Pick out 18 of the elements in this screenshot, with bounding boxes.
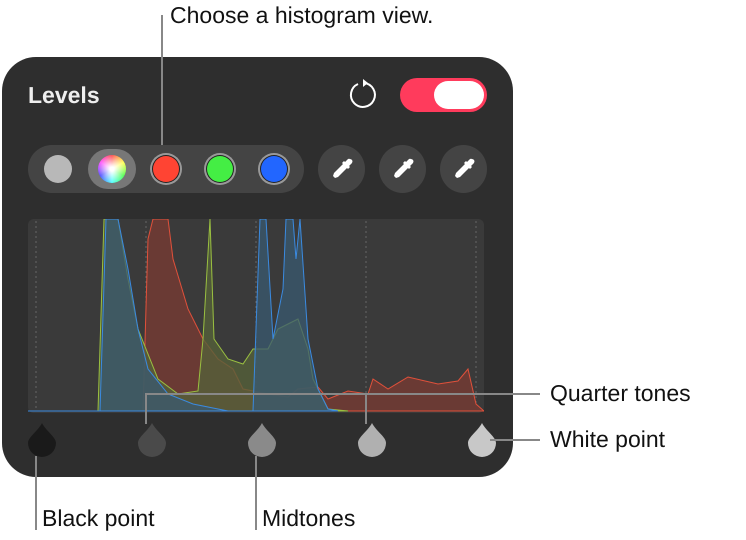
callout-label: Choose a histogram view. xyxy=(170,2,434,29)
callout-label: Midtones xyxy=(262,505,356,532)
eyedropper-button[interactable] xyxy=(440,145,487,193)
toggle-switch[interactable] xyxy=(400,78,487,112)
slider-handle[interactable] xyxy=(468,423,496,457)
slider-handle[interactable] xyxy=(28,423,56,457)
callout-label: Black point xyxy=(42,505,155,532)
luminance-dot-icon xyxy=(44,155,72,183)
slider-handle[interactable] xyxy=(138,423,166,457)
panel-title: Levels xyxy=(28,82,101,108)
slider-handle[interactable] xyxy=(248,423,276,457)
channel-button[interactable] xyxy=(88,149,136,189)
color-wheel-icon xyxy=(98,155,126,183)
eyedropper-button[interactable] xyxy=(379,145,426,193)
callout-label: White point xyxy=(550,426,666,453)
callout-label: Quarter tones xyxy=(550,380,691,407)
slider-handle[interactable] xyxy=(358,423,386,457)
eyedropper-button[interactable] xyxy=(318,145,365,193)
